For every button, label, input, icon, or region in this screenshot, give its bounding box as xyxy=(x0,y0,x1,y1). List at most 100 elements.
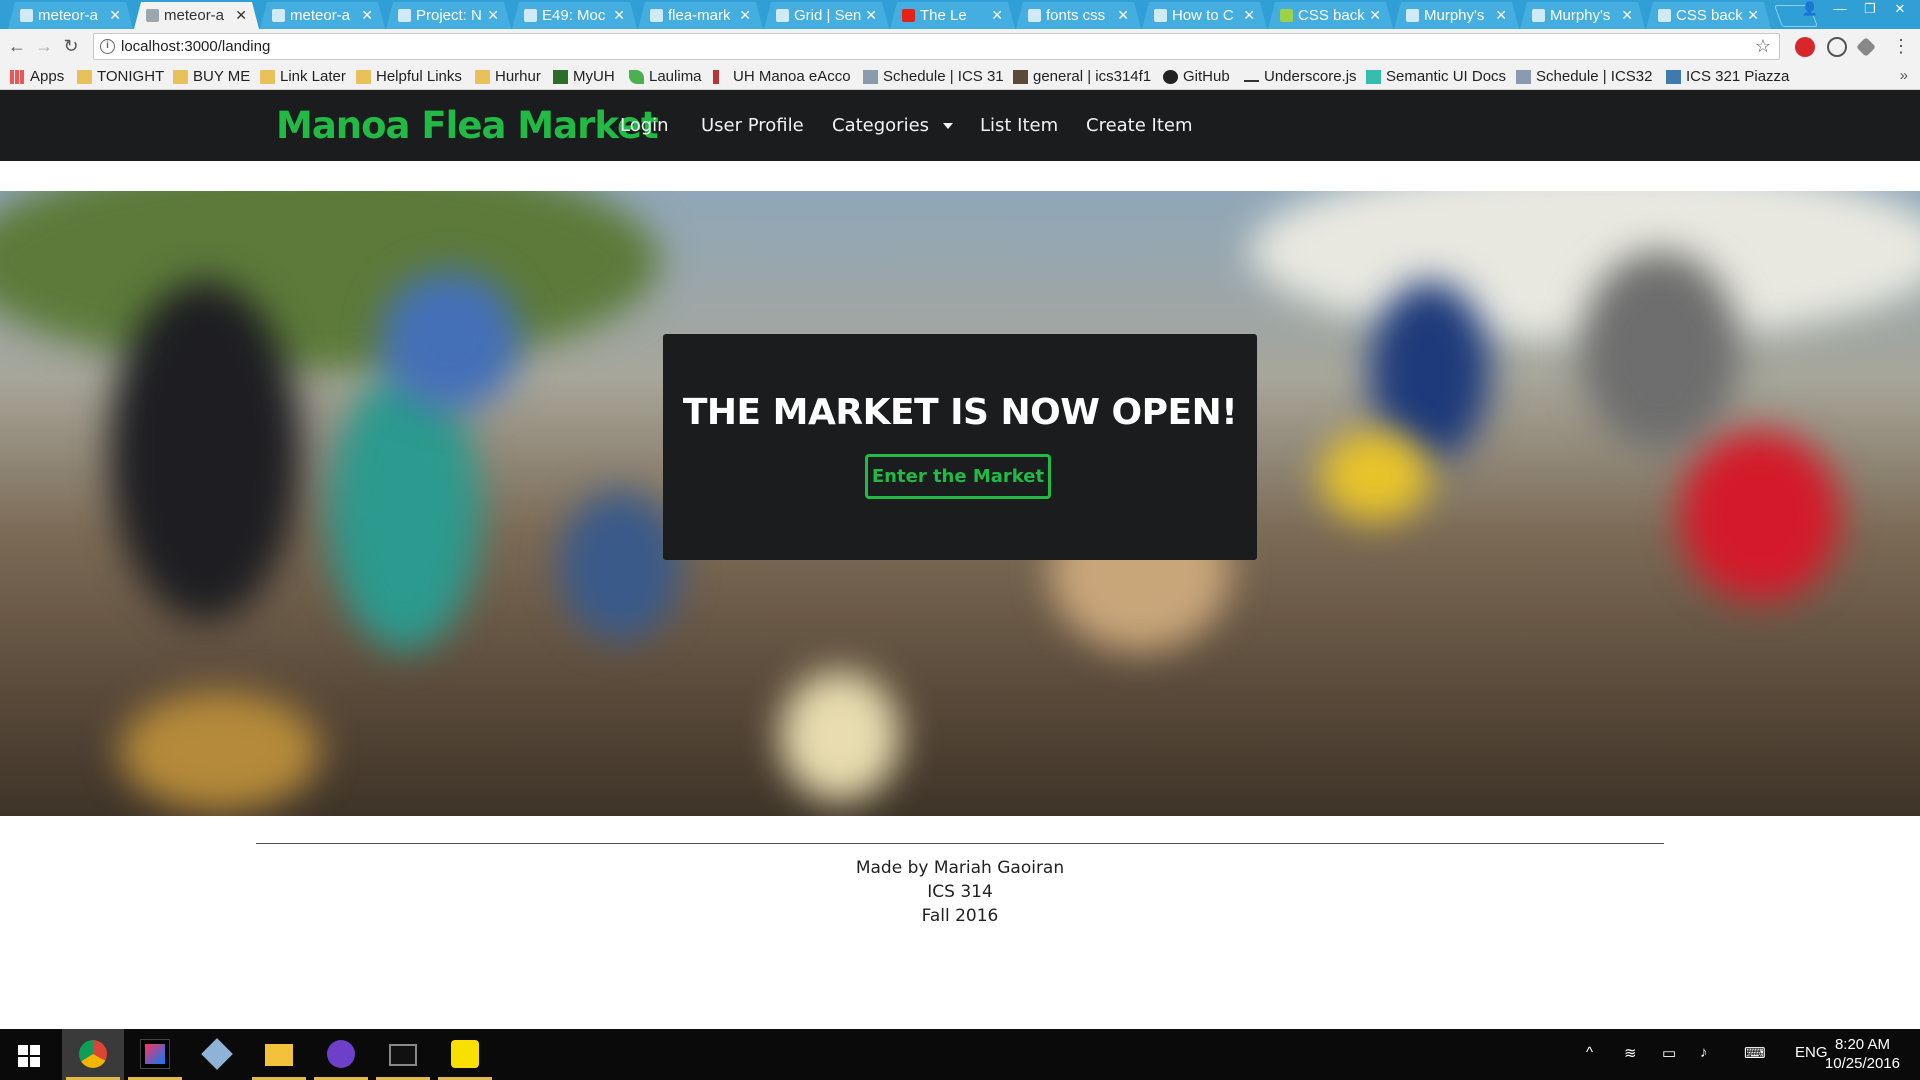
close-icon[interactable]: ✕ xyxy=(109,2,121,29)
bookmark-uh-eaccount[interactable]: UH Manoa eAcco xyxy=(713,67,851,87)
eyedropper-icon[interactable] xyxy=(1856,37,1876,57)
close-icon[interactable]: ✕ xyxy=(613,2,625,29)
window-controls: 👤 — ❐ ✕ xyxy=(1798,0,1912,18)
clock-date: 10/25/2016 xyxy=(1824,1055,1900,1072)
caret-down-icon xyxy=(943,123,954,129)
bookmark-myuh[interactable]: MyUH xyxy=(553,67,615,87)
close-icon[interactable]: ✕ xyxy=(361,2,373,29)
close-icon[interactable]: ✕ xyxy=(1243,2,1255,29)
battery-icon[interactable]: ▭ xyxy=(1662,1044,1676,1062)
close-icon[interactable]: ✕ xyxy=(1621,2,1633,29)
more-bookmarks-icon[interactable]: » xyxy=(1900,67,1908,84)
minimize-icon[interactable]: — xyxy=(1828,0,1852,18)
browser-tab[interactable]: meteor-a ✕ xyxy=(260,2,385,29)
bookmark-folder[interactable]: TONIGHT xyxy=(77,67,164,87)
taskbar-virtualbox[interactable] xyxy=(186,1029,248,1080)
browser-tab[interactable]: Murphy's ✕ xyxy=(1394,2,1519,29)
footer-author: Made by Mariah Gaoiran xyxy=(855,858,1065,878)
browser-tab[interactable]: CSS back ✕ xyxy=(1646,2,1771,29)
underscore-icon xyxy=(1244,70,1259,82)
taskbar-github-desktop[interactable] xyxy=(310,1029,372,1080)
bookmark-folder[interactable]: Link Later xyxy=(260,67,346,87)
bookmark-schedule[interactable]: Schedule | ICS 31 xyxy=(863,67,1004,87)
bookmark-semantic[interactable]: Semantic UI Docs xyxy=(1366,67,1506,87)
nav-login[interactable]: Login xyxy=(620,115,669,136)
windows-taskbar: ^ ≋ ▭ ♪ ⌨ ENG 8:20 AM 10/25/2016 xyxy=(0,1029,1920,1080)
close-icon[interactable]: ✕ xyxy=(739,2,751,29)
close-icon[interactable]: ✕ xyxy=(1747,2,1759,29)
site-logo[interactable]: Manoa Flea Market xyxy=(276,104,659,147)
browser-tab[interactable]: meteor-a ✕ xyxy=(8,2,133,29)
hero-blur-shape xyxy=(110,281,300,621)
virtualbox-icon xyxy=(201,1038,233,1070)
bookmark-laulima[interactable]: Laulima xyxy=(629,67,702,87)
bookmark-underscore[interactable]: Underscore.js xyxy=(1244,67,1357,87)
nav-user-profile[interactable]: User Profile xyxy=(701,115,804,136)
browser-tab[interactable]: fonts css ✕ xyxy=(1016,2,1141,29)
close-icon[interactable]: ✕ xyxy=(235,2,247,29)
bookmark-folder[interactable]: Hurhur xyxy=(475,67,541,87)
close-icon[interactable]: ✕ xyxy=(1369,2,1381,29)
windows-start-icon[interactable] xyxy=(18,1045,40,1067)
browser-tab-active[interactable]: meteor-a ✕ xyxy=(134,2,259,29)
page-icon xyxy=(1154,9,1167,22)
system-clock[interactable]: 8:20 AM 10/25/2016 xyxy=(1825,1035,1900,1073)
taskbar-chrome[interactable] xyxy=(62,1029,124,1080)
close-icon[interactable]: ✕ xyxy=(487,2,499,29)
reload-icon[interactable]: ↻ xyxy=(60,35,82,57)
browser-tab[interactable]: flea-mark ✕ xyxy=(638,2,763,29)
bookmark-apps[interactable]: Apps xyxy=(10,67,64,87)
hero-background-image: THE MARKET IS NOW OPEN! Enter the Market xyxy=(0,191,1920,816)
close-icon[interactable]: ✕ xyxy=(991,2,1003,29)
enter-market-button[interactable]: Enter the Market xyxy=(865,454,1051,499)
browser-tab[interactable]: E49: Moc ✕ xyxy=(512,2,637,29)
tray-expand-icon[interactable]: ^ xyxy=(1586,1044,1593,1061)
adblock-icon[interactable] xyxy=(1795,37,1815,57)
taskbar-terminal[interactable] xyxy=(372,1029,434,1080)
browser-tab[interactable]: Grid | Sen ✕ xyxy=(764,2,889,29)
taskbar-file-explorer[interactable] xyxy=(248,1029,310,1080)
close-icon[interactable]: ✕ xyxy=(865,2,877,29)
taskbar-intellij[interactable] xyxy=(124,1029,186,1080)
page-icon xyxy=(272,9,285,22)
browser-tab[interactable]: The Le ✕ xyxy=(890,2,1015,29)
menu-icon[interactable]: ⋮ xyxy=(1890,35,1912,57)
nav-create-item[interactable]: Create Item xyxy=(1086,115,1193,136)
profile-icon[interactable]: 👤 xyxy=(1798,0,1822,18)
hero-blur-shape xyxy=(1680,431,1840,601)
keyboard-icon[interactable]: ⌨ xyxy=(1744,1044,1766,1062)
bookmark-piazza[interactable]: ICS 321 Piazza xyxy=(1666,67,1789,87)
close-icon[interactable]: ✕ xyxy=(1495,2,1507,29)
chrome-icon xyxy=(79,1040,107,1068)
bookmark-star-icon[interactable]: ☆ xyxy=(1755,36,1771,57)
browser-tab[interactable]: Project: N ✕ xyxy=(386,2,511,29)
bookmark-folder[interactable]: Helpful Links xyxy=(356,67,462,87)
bookmark-schedule[interactable]: Schedule | ICS32 xyxy=(1516,67,1652,87)
forward-icon[interactable]: → xyxy=(33,35,55,57)
close-icon[interactable]: ✕ xyxy=(1117,2,1129,29)
browser-tab[interactable]: CSS back ✕ xyxy=(1268,2,1393,29)
info-icon[interactable]: i xyxy=(100,39,115,54)
restore-icon[interactable]: ❐ xyxy=(1858,0,1882,18)
browser-tab[interactable]: How to C ✕ xyxy=(1142,2,1267,29)
browser-tab[interactable]: Murphy's ✕ xyxy=(1520,2,1645,29)
bookmark-folder[interactable]: BUY ME xyxy=(173,67,250,87)
volume-icon[interactable]: ♪ xyxy=(1700,1044,1708,1061)
wifi-icon[interactable]: ≋ xyxy=(1624,1044,1637,1062)
hero-blur-shape xyxy=(120,691,320,811)
language-indicator[interactable]: ENG xyxy=(1795,1044,1828,1061)
bookmark-slack[interactable]: general | ics314f1 xyxy=(1013,67,1151,87)
folder-icon xyxy=(173,70,188,84)
leaf-icon xyxy=(629,70,644,84)
bookmark-github[interactable]: GitHub xyxy=(1163,67,1230,87)
nav-list-item[interactable]: List Item xyxy=(980,115,1058,136)
taskbar-kakaotalk[interactable] xyxy=(434,1029,496,1080)
slack-icon xyxy=(1013,70,1028,84)
apps-icon xyxy=(10,70,25,84)
nav-categories-dropdown[interactable]: Categories xyxy=(832,115,954,136)
close-window-icon[interactable]: ✕ xyxy=(1888,0,1912,18)
extension-icon[interactable] xyxy=(1827,37,1847,57)
address-bar[interactable]: i localhost:3000/landing ☆ xyxy=(93,33,1780,60)
hero-blur-shape xyxy=(380,271,520,411)
back-icon[interactable]: ← xyxy=(6,35,28,57)
